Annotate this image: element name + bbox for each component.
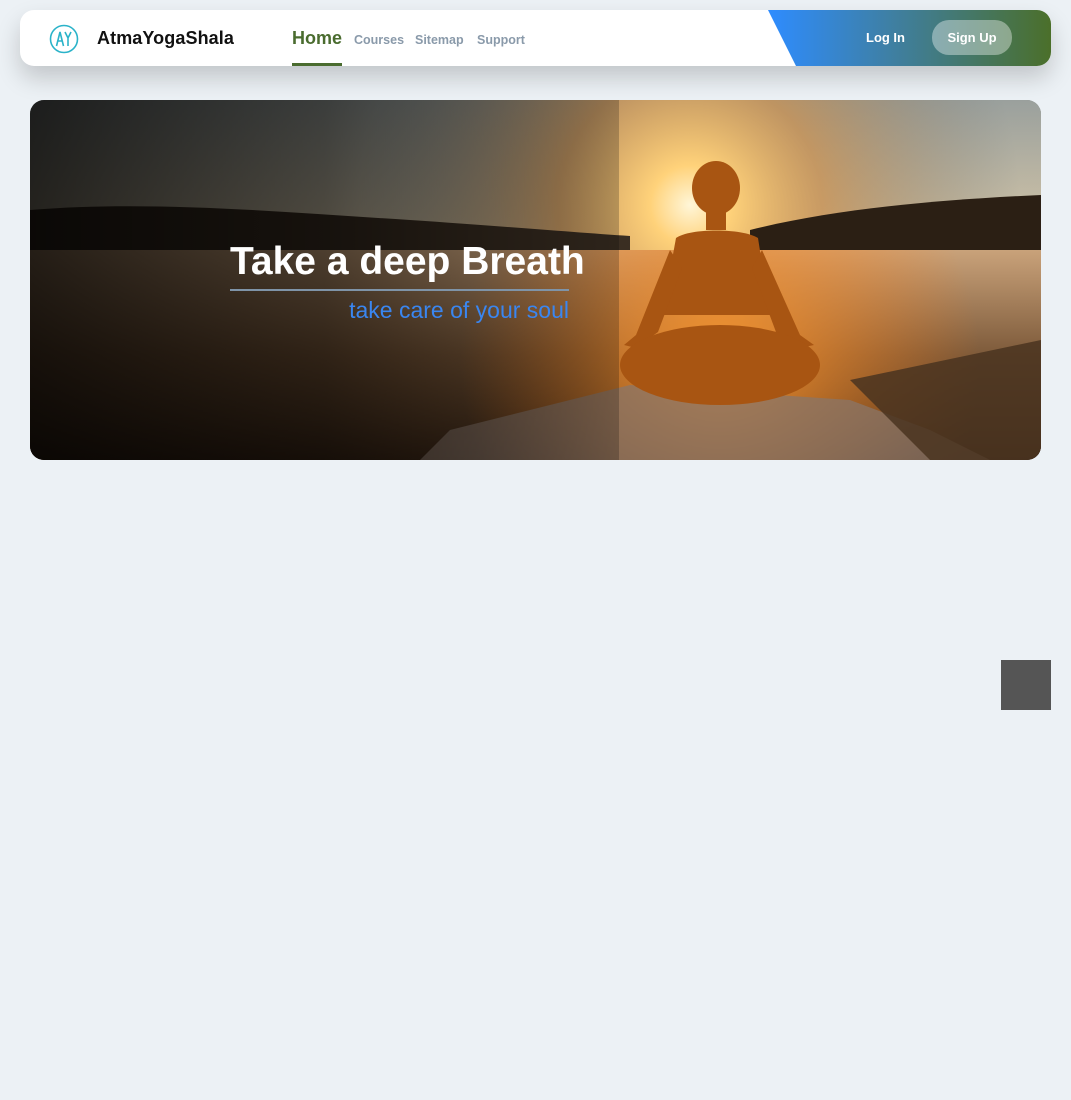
nav-link-home[interactable]: Home	[292, 28, 343, 66]
floating-side-button[interactable]	[1001, 660, 1051, 710]
ay-monogram-icon[interactable]	[49, 24, 79, 54]
hero-subtitle: take care of your soul	[349, 297, 569, 323]
login-button[interactable]: Log In	[866, 30, 905, 45]
nav-link-sitemap[interactable]: Sitemap	[415, 33, 464, 47]
auth-panel: Log In Sign Up	[768, 10, 1051, 66]
hero-title: Take a deep Breath	[230, 240, 585, 291]
brand-name[interactable]: AtmaYogaShala	[97, 28, 234, 49]
nav-link-courses[interactable]: Courses	[354, 33, 404, 47]
nav-link-support[interactable]: Support	[477, 33, 525, 47]
signup-button[interactable]: Sign Up	[932, 20, 1012, 55]
hero-banner: Take a deep Breath take care of your sou…	[30, 100, 1041, 460]
top-navbar: AtmaYogaShala Home Courses Sitemap Suppo…	[20, 10, 1051, 66]
